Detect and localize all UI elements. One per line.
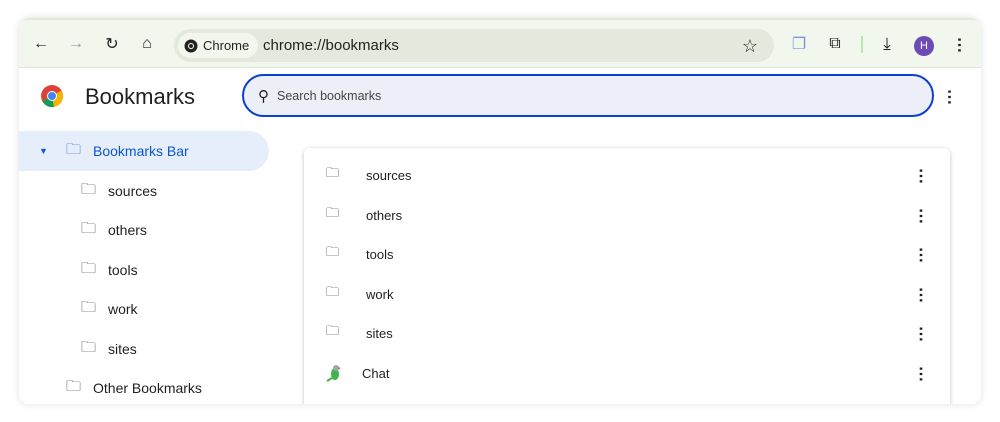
avatar[interactable]: H: [914, 36, 934, 56]
home-icon[interactable]: ⌂: [137, 34, 157, 54]
browser-window: ← → ↻ ⌂ Chrome chrome://bookmarks ☆ ❐ ⧉ …: [19, 18, 981, 404]
folder-icon: 🗀: [326, 165, 340, 180]
folder-icon: 🗀: [81, 180, 97, 198]
search-input[interactable]: ⚲ Search bookmarks: [242, 74, 934, 117]
more-icon[interactable]: ⋯: [912, 366, 929, 380]
folder-icon: 🗀: [81, 219, 97, 237]
item-label: work: [366, 286, 394, 302]
tab-search-icon[interactable]: ❐: [789, 34, 809, 54]
more-icon[interactable]: ⋯: [912, 247, 929, 261]
folder-icon: 🗀: [81, 259, 97, 277]
folder-icon: 🗀: [81, 338, 97, 356]
chrome-icon: [184, 39, 198, 52]
menu-icon[interactable]: ⋯: [949, 34, 969, 54]
folder-icon: 🗀: [81, 298, 97, 316]
item-label: others: [366, 207, 403, 223]
sidebar-label: tools: [108, 262, 138, 278]
sidebar-item-sources[interactable]: 🗀 sources: [19, 171, 269, 211]
folder-icon: 🗀: [66, 140, 82, 158]
list-item[interactable]: 🗀 work ⋯: [304, 274, 950, 314]
item-label: sites: [366, 325, 393, 341]
sidebar-item-bookmarks-bar[interactable]: ▼ 🗀 Bookmarks Bar: [19, 131, 269, 171]
folder-icon: 🗀: [326, 323, 340, 338]
sidebar-item-other-bookmarks[interactable]: 🗀 Other Bookmarks: [19, 368, 269, 404]
folder-icon: 🗀: [326, 244, 340, 259]
list-item[interactable]: 🗀 others ⋯: [304, 195, 950, 235]
sidebar-label: Bookmarks Bar: [93, 143, 189, 159]
search-placeholder: Search bookmarks: [277, 88, 382, 103]
sidebar-item-sites[interactable]: 🗀 sites: [19, 329, 269, 369]
page-title: Bookmarks: [85, 84, 196, 109]
list-item-chat[interactable]: Chat ⋯: [304, 353, 950, 393]
sidebar-item-work[interactable]: 🗀 work: [19, 289, 269, 329]
caret-down-icon[interactable]: ▼: [39, 146, 48, 156]
bookmark-list: 🗀 sources ⋯ 🗀 others ⋯ 🗀 tools ⋯ 🗀 work ⋯ 🗀 sites…: [304, 148, 950, 404]
download-icon[interactable]: ⤓: [877, 34, 897, 54]
sidebar-label: others: [108, 222, 147, 238]
divider: [861, 36, 863, 53]
star-icon[interactable]: ☆: [740, 36, 760, 56]
chrome-logo-icon: [41, 85, 64, 108]
folder-icon: 🗀: [326, 205, 340, 220]
back-icon[interactable]: ←: [31, 34, 51, 54]
forward-icon[interactable]: →: [66, 34, 86, 54]
sidebar-label: sites: [108, 341, 137, 357]
sidebar-item-tools[interactable]: 🗀 tools: [19, 250, 269, 290]
site-chip[interactable]: Chrome: [178, 33, 259, 58]
sidebar-label: Other Bookmarks: [93, 380, 202, 396]
address-bar[interactable]: Chrome chrome://bookmarks ☆: [174, 29, 774, 62]
search-icon: ⚲: [258, 87, 269, 105]
parrot-favicon-icon: [326, 365, 341, 382]
more-icon[interactable]: ⋯: [912, 326, 929, 340]
more-icon[interactable]: ⋯: [912, 208, 929, 222]
item-label: Chat: [362, 365, 390, 381]
list-item[interactable]: 🗀 sources ⋯: [304, 155, 950, 195]
folder-icon: 🗀: [66, 377, 82, 395]
list-item[interactable]: 🗀 tools ⋯: [304, 234, 950, 274]
extensions-icon[interactable]: ⧉: [825, 34, 845, 54]
list-item[interactable]: 🗀 sites ⋯: [304, 313, 950, 353]
more-icon[interactable]: ⋯: [912, 168, 929, 182]
reload-icon[interactable]: ↻: [102, 34, 122, 54]
sidebar-label: work: [108, 301, 138, 317]
page-menu-icon[interactable]: ⋯: [939, 86, 959, 106]
sidebar-item-others[interactable]: 🗀 others: [19, 210, 269, 250]
url-text[interactable]: chrome://bookmarks: [263, 37, 399, 54]
folder-icon: 🗀: [326, 284, 340, 299]
site-chip-label: Chrome: [203, 38, 250, 53]
item-label: tools: [366, 246, 394, 262]
item-label: sources: [366, 167, 412, 183]
more-icon[interactable]: ⋯: [912, 287, 929, 301]
browser-toolbar: ← → ↻ ⌂ Chrome chrome://bookmarks ☆ ❐ ⧉ …: [19, 18, 981, 68]
sidebar-label: sources: [108, 183, 158, 199]
